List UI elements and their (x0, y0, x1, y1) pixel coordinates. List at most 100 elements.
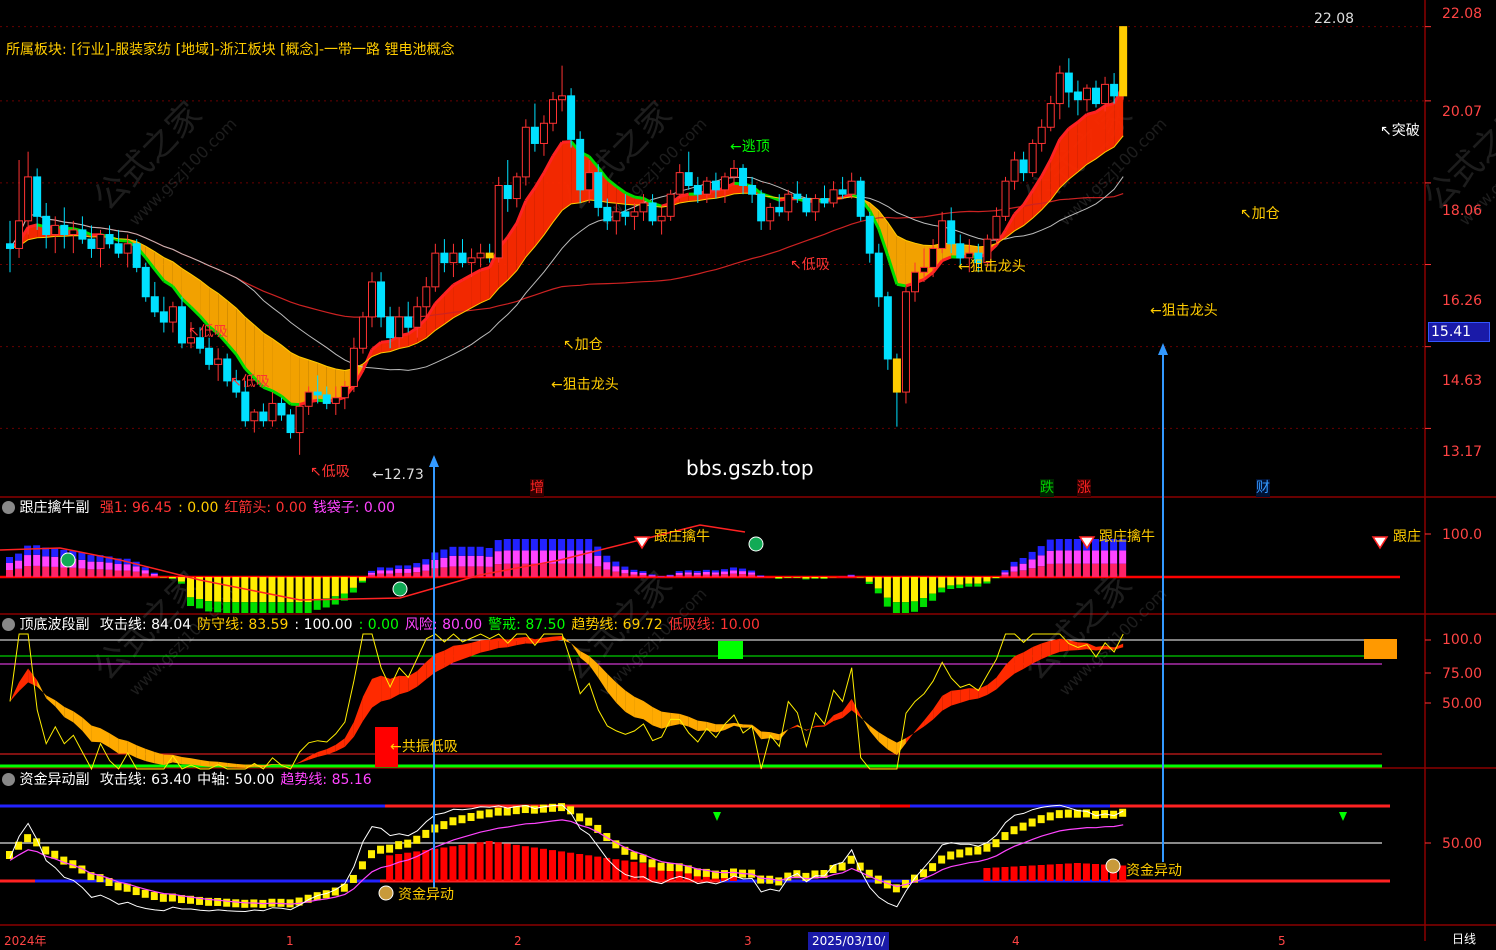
panel1-bar (15, 554, 22, 561)
panel2-band-segment (861, 716, 870, 731)
candle-body (1111, 84, 1118, 95)
panel3-bar (1002, 867, 1009, 881)
candle-body (504, 185, 511, 198)
candle-body (902, 292, 909, 392)
coin-icon (393, 582, 407, 596)
panel1-bar (866, 577, 873, 582)
panel3-bar (395, 854, 402, 881)
panel1-bar (721, 574, 728, 577)
panel1-bar (757, 575, 764, 576)
panel1-bar (97, 569, 104, 577)
candle-body (115, 244, 122, 253)
panel2-band-segment (1006, 656, 1015, 681)
panel1-bar (929, 577, 936, 594)
candle-body (278, 403, 285, 415)
panel1-bar (1101, 564, 1108, 577)
panel1-bar (558, 564, 565, 577)
panel3-bar (1020, 866, 1027, 881)
panel1-bar (522, 550, 529, 563)
collapse-icon[interactable] (2, 773, 15, 786)
candle-body (622, 212, 629, 216)
collapse-icon[interactable] (2, 501, 15, 514)
panel1-bar (911, 577, 918, 601)
candle-body (495, 185, 502, 257)
period-label[interactable]: 日线 (1452, 930, 1476, 948)
panel1-header: 跟庄擒牛副 强1: 96.45: 0.00红箭头: 0.00钱袋子: 0.00 (2, 499, 395, 517)
panel1-bar (612, 572, 619, 577)
panel1-bar (1083, 550, 1090, 563)
panel1-bar (811, 578, 818, 579)
panel1-bar (413, 572, 420, 577)
panel1-bar (87, 562, 94, 570)
panel1-bar (33, 545, 40, 555)
panel1-bar (386, 568, 393, 571)
panel3-bar (621, 861, 628, 882)
panel1-bar (305, 577, 312, 602)
panel2-band-segment (390, 676, 399, 699)
panel2-resonance-label: ←共振低吸 (390, 738, 458, 756)
candle-body (378, 282, 385, 317)
panel1-bar (956, 585, 963, 588)
panel1-bar (151, 576, 158, 577)
panel2-band-segment (924, 709, 933, 726)
panel1-bar (685, 572, 692, 574)
candle-body (948, 221, 955, 244)
candle-body (921, 267, 928, 272)
panel2-tick: 75.00 (1442, 665, 1482, 683)
panel1-bar (422, 559, 429, 564)
panel2-band-segment (46, 695, 55, 706)
candle-body (269, 403, 276, 420)
panel1-bar (495, 540, 502, 551)
panel2-band-segment (915, 721, 924, 733)
candle-body (649, 203, 656, 221)
panel1-bar (513, 550, 520, 563)
collapse-icon[interactable] (2, 618, 15, 631)
panel1-bar (703, 570, 710, 572)
date-label: 4 (1012, 932, 1020, 950)
panel1-bar (196, 599, 203, 608)
panel1-bar (78, 568, 85, 577)
candle-body (423, 287, 430, 307)
panel1-signal-label: 跟庄擒牛 (654, 528, 710, 546)
panel1-bar (621, 570, 628, 574)
arrow-up-icon (429, 455, 439, 467)
panel3-bar (440, 848, 447, 882)
panel1-bar (187, 577, 194, 597)
panel2-band-segment (64, 707, 73, 722)
trend-band-segment (1105, 104, 1114, 153)
panel1-bar (594, 566, 601, 577)
panel1-bar (1011, 572, 1018, 577)
panel1-bar (875, 577, 882, 588)
panel1-bar (1029, 552, 1036, 560)
panel2-band-segment (815, 725, 824, 727)
indicator-value: 攻击线: 84.04 (100, 617, 191, 633)
panel1-bar (757, 576, 764, 577)
panel1-bar (404, 573, 411, 577)
panel1-bar (332, 596, 339, 604)
diamond-icon (1373, 537, 1387, 548)
panel2-band-segment (644, 701, 653, 725)
panel3-step (956, 849, 963, 857)
candle-body (34, 177, 41, 216)
candle-body (332, 398, 339, 404)
candle-body (540, 123, 547, 143)
panel3-bar (468, 844, 475, 881)
panel3-step (24, 834, 31, 842)
panel2-band-segment (508, 638, 517, 647)
panel3-step (1047, 812, 1054, 820)
panel1-bar (440, 550, 447, 558)
candle-body (160, 312, 167, 322)
panel2-band-segment (463, 643, 472, 660)
panel1-tick: 100.0 (1442, 526, 1482, 544)
panel1-bar (992, 577, 999, 578)
panel1-bar (368, 571, 375, 573)
panel1-bar (377, 567, 384, 570)
watermark-logo: 公式之家www.gszj100.com (86, 82, 241, 237)
trend-band-segment (282, 345, 291, 404)
panel3-step (440, 821, 447, 829)
date-label: 5 (1278, 932, 1286, 950)
panel1-bar (15, 561, 22, 569)
panel1-bar (712, 572, 719, 574)
panel2-band-segment (354, 697, 363, 737)
candle-body (341, 386, 348, 397)
